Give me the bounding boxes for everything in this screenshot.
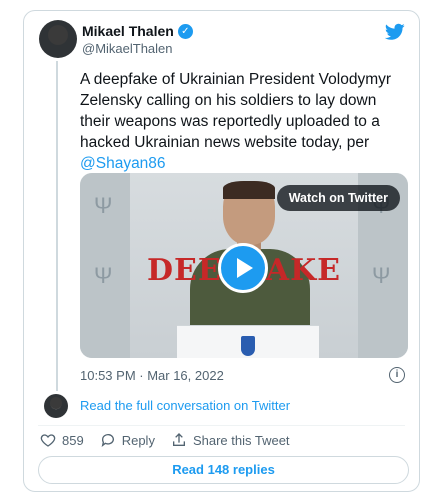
tweet-body: A deepfake of Ukrainian President Volody… — [80, 71, 392, 151]
share-icon — [172, 433, 185, 446]
author-name-row[interactable]: Mikael Thalen ✓ — [82, 23, 193, 39]
twitter-bird-icon[interactable] — [385, 23, 405, 41]
thread-line — [56, 61, 58, 391]
tweet-card: Mikael Thalen ✓ @MikaelThalen A deepfake… — [23, 10, 420, 492]
reply-icon — [101, 434, 114, 447]
share-button[interactable]: Share this Tweet — [171, 432, 290, 448]
podium — [177, 325, 319, 358]
tweet-text: A deepfake of Ukrainian President Volody… — [80, 69, 410, 174]
author-avatar[interactable] — [39, 20, 77, 58]
read-replies-button[interactable]: Read 148 replies — [38, 456, 409, 484]
reply-avatar[interactable] — [44, 394, 68, 418]
reply-button[interactable]: Reply — [100, 432, 155, 448]
heart-icon — [40, 434, 56, 447]
author-name[interactable]: Mikael Thalen — [82, 23, 174, 39]
play-icon[interactable] — [218, 243, 268, 293]
divider — [38, 425, 405, 426]
watch-on-twitter-button[interactable]: Watch on Twitter — [276, 185, 400, 211]
video-thumbnail[interactable]: Ψ Ψ Ψ Ψ DEEPFAKE Watch on Twitter — [80, 173, 408, 358]
like-button[interactable]: 859 — [40, 432, 84, 448]
like-count: 859 — [62, 432, 84, 448]
info-icon[interactable]: i — [389, 367, 405, 383]
author-handle[interactable]: @MikaelThalen — [82, 41, 173, 56]
share-label: Share this Tweet — [192, 432, 290, 448]
verified-badge-icon: ✓ — [177, 23, 193, 39]
action-bar: 859 Reply Share this Tweet — [40, 432, 290, 448]
emblem-icon — [241, 336, 255, 356]
tweet-timestamp[interactable]: 10:53 PM · Mar 16, 2022 — [80, 368, 224, 383]
mention-link[interactable]: @Shayan86 — [80, 155, 166, 172]
read-conversation-link[interactable]: Read the full conversation on Twitter — [80, 398, 290, 413]
trident-icon: Ψ — [94, 193, 113, 218]
reply-label: Reply — [121, 432, 155, 448]
